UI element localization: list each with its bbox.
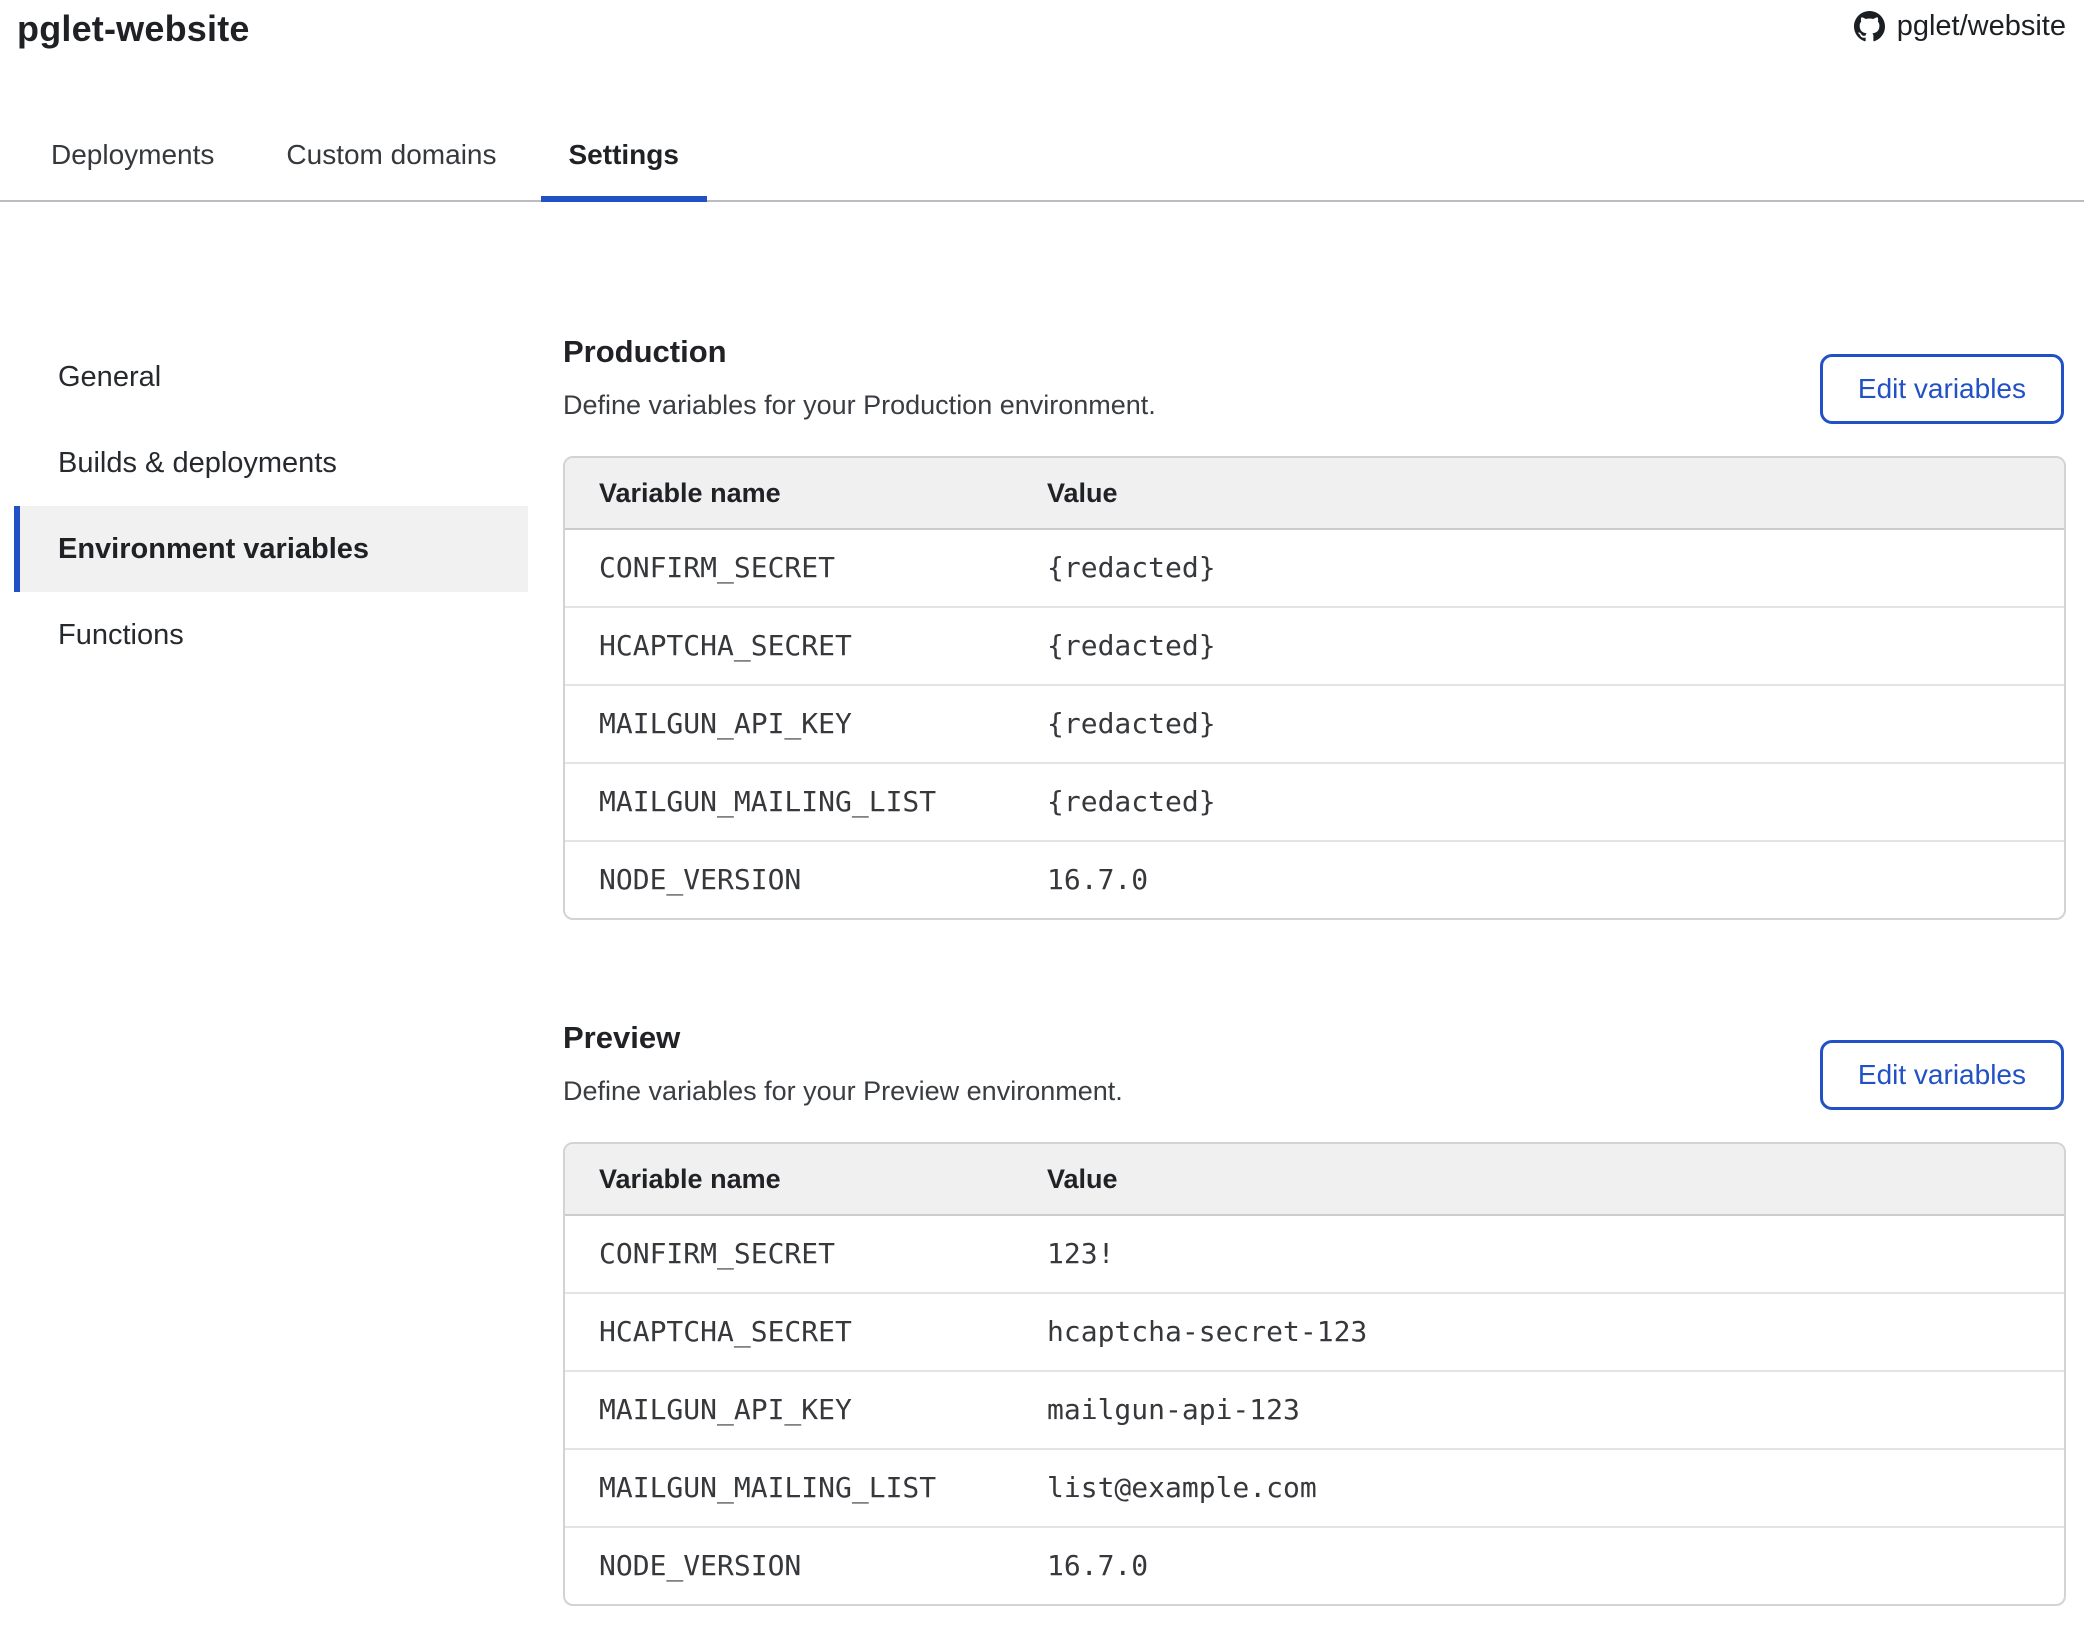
section-title-production: Production <box>563 334 1156 370</box>
variable-name-cell: NODE_VERSION <box>565 842 1047 918</box>
edit-variables-button-preview[interactable]: Edit variables <box>1820 1040 2064 1110</box>
repo-name: pglet/website <box>1897 10 2066 43</box>
variable-value-cell: {redacted} <box>1047 686 2064 764</box>
repo-link[interactable]: pglet/website <box>1854 10 2066 43</box>
section-description-preview: Define variables for your Preview enviro… <box>563 1074 1123 1108</box>
variable-name-cell: MAILGUN_MAILING_LIST <box>565 764 1047 842</box>
table-row: MAILGUN_MAILING_LIST {redacted} <box>565 764 2064 842</box>
production-variables-table: Variable name Value CONFIRM_SECRET {reda… <box>563 456 2066 920</box>
tab-custom-domains[interactable]: Custom domains <box>258 138 524 200</box>
column-header-variable-name: Variable name <box>565 458 1047 530</box>
top-header: pglet-website pglet/website <box>0 0 2084 50</box>
tab-bar: Deployments Custom domains Settings <box>0 138 2084 202</box>
variable-value-cell: {redacted} <box>1047 608 2064 686</box>
table-row: NODE_VERSION 16.7.0 <box>565 1528 2064 1604</box>
variable-name-cell: MAILGUN_MAILING_LIST <box>565 1450 1047 1528</box>
variable-value-cell: 16.7.0 <box>1047 842 2064 918</box>
table-row: CONFIRM_SECRET {redacted} <box>565 530 2064 608</box>
variable-value-cell: mailgun-api-123 <box>1047 1372 2064 1450</box>
variable-name-cell: HCAPTCHA_SECRET <box>565 608 1047 686</box>
column-header-variable-name: Variable name <box>565 1144 1047 1216</box>
sidebar-item-builds-deployments[interactable]: Builds & deployments <box>14 420 528 506</box>
variable-name-cell: NODE_VERSION <box>565 1528 1047 1604</box>
sidebar-item-general[interactable]: General <box>14 334 528 420</box>
variable-name-cell: MAILGUN_API_KEY <box>565 686 1047 764</box>
variable-value-cell: list@example.com <box>1047 1450 2064 1528</box>
section-description-production: Define variables for your Production env… <box>563 388 1156 422</box>
production-section: Production Define variables for your Pro… <box>563 334 2066 920</box>
variable-name-cell: MAILGUN_API_KEY <box>565 1372 1047 1450</box>
content: General Builds & deployments Environment… <box>0 334 2084 1606</box>
edit-variables-button-production[interactable]: Edit variables <box>1820 354 2064 424</box>
table-row: NODE_VERSION 16.7.0 <box>565 842 2064 918</box>
table-row: MAILGUN_API_KEY mailgun-api-123 <box>565 1372 2064 1450</box>
sidebar-item-environment-variables[interactable]: Environment variables <box>14 506 528 592</box>
tab-deployments[interactable]: Deployments <box>23 138 242 200</box>
table-row: MAILGUN_API_KEY {redacted} <box>565 686 2064 764</box>
variable-name-cell: CONFIRM_SECRET <box>565 530 1047 608</box>
section-title-preview: Preview <box>563 1020 1123 1056</box>
settings-sidebar: General Builds & deployments Environment… <box>14 334 528 678</box>
variable-value-cell: 16.7.0 <box>1047 1528 2064 1604</box>
table-row: HCAPTCHA_SECRET {redacted} <box>565 608 2064 686</box>
variable-value-cell: hcaptcha-secret-123 <box>1047 1294 2064 1372</box>
column-header-value: Value <box>1047 458 2064 530</box>
github-icon <box>1854 11 1885 42</box>
main-panel: Production Define variables for your Pro… <box>563 334 2066 1606</box>
variable-value-cell: {redacted} <box>1047 530 2064 608</box>
column-header-value: Value <box>1047 1144 2064 1216</box>
tab-settings[interactable]: Settings <box>541 138 707 200</box>
table-row: HCAPTCHA_SECRET hcaptcha-secret-123 <box>565 1294 2064 1372</box>
variable-value-cell: {redacted} <box>1047 764 2064 842</box>
variable-name-cell: CONFIRM_SECRET <box>565 1216 1047 1294</box>
page-title: pglet-website <box>17 8 250 50</box>
variable-value-cell: 123! <box>1047 1216 2064 1294</box>
sidebar-item-functions[interactable]: Functions <box>14 592 528 678</box>
preview-variables-table: Variable name Value CONFIRM_SECRET 123! … <box>563 1142 2066 1606</box>
table-row: CONFIRM_SECRET 123! <box>565 1216 2064 1294</box>
variable-name-cell: HCAPTCHA_SECRET <box>565 1294 1047 1372</box>
preview-section: Preview Define variables for your Previe… <box>563 1020 2066 1606</box>
table-row: MAILGUN_MAILING_LIST list@example.com <box>565 1450 2064 1528</box>
